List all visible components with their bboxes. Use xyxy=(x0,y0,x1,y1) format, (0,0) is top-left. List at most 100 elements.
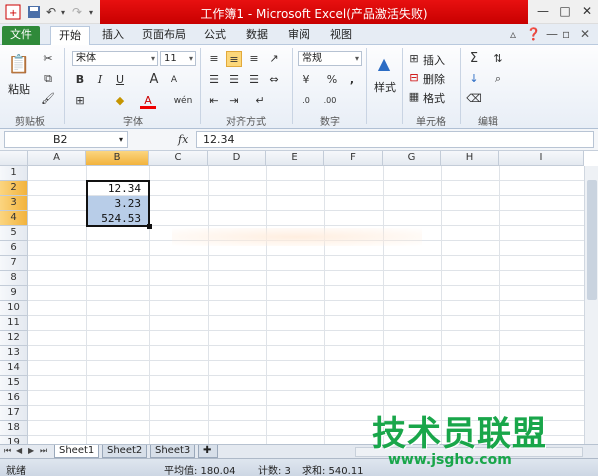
orientation-icon[interactable]: ↗ xyxy=(266,51,282,67)
redo-icon[interactable]: ↷ xyxy=(70,3,84,21)
row-header[interactable]: 15 xyxy=(0,376,28,391)
delete-cells-icon[interactable]: ⊟ xyxy=(406,70,422,86)
fill-icon[interactable]: ↓ xyxy=(466,71,482,87)
tab-formulas[interactable]: 公式 xyxy=(198,26,232,45)
sheet-tab-1[interactable]: Sheet1 xyxy=(54,445,100,458)
tab-review[interactable]: 审阅 xyxy=(282,26,316,45)
align-right-icon[interactable]: ☰ xyxy=(246,72,262,88)
font-color-button[interactable]: A xyxy=(140,93,156,109)
styles-button[interactable]: 样式 xyxy=(374,79,396,95)
number-format-combo[interactable]: 常规 ▾ xyxy=(298,51,362,66)
vertical-scrollbar[interactable] xyxy=(584,166,598,444)
row-header[interactable]: 1 xyxy=(0,166,28,181)
save-icon[interactable] xyxy=(26,3,42,21)
row-header[interactable]: 6 xyxy=(0,241,28,256)
name-box[interactable]: B2 ▾ xyxy=(4,131,128,148)
autosum-button[interactable]: Σ xyxy=(466,51,482,67)
decrease-indent-icon[interactable]: ⇤ xyxy=(206,93,222,109)
bold-button[interactable]: B xyxy=(72,72,88,88)
merge-center-icon[interactable]: ⇔ xyxy=(266,72,282,88)
ribbon-collapse-icon[interactable]: ▵ xyxy=(510,27,516,41)
styles-icon[interactable]: ▲ xyxy=(374,53,394,75)
clear-icon[interactable]: ⌫ xyxy=(466,91,482,107)
next-sheet-icon[interactable]: ▶ xyxy=(28,446,34,455)
last-sheet-icon[interactable]: ⏭ xyxy=(40,446,47,456)
doc-restore-button[interactable]: ▫ xyxy=(562,27,570,41)
tab-home[interactable]: 开始 xyxy=(50,26,90,45)
cut-icon[interactable]: ✂ xyxy=(40,51,56,67)
underline-button[interactable]: U xyxy=(112,72,128,88)
sort-filter-icon[interactable]: ⇅ xyxy=(490,51,506,67)
shrink-font-button[interactable]: A xyxy=(166,72,182,88)
column-header[interactable]: G xyxy=(383,151,441,166)
sheet-tab-3[interactable]: Sheet3 xyxy=(150,445,196,458)
comma-button[interactable]: , xyxy=(344,72,360,88)
row-header[interactable]: 13 xyxy=(0,346,28,361)
row-header[interactable]: 8 xyxy=(0,271,28,286)
insert-function-button[interactable]: fx xyxy=(178,133,188,146)
tab-page-layout[interactable]: 页面布局 xyxy=(136,26,192,45)
column-header[interactable]: H xyxy=(441,151,499,166)
insert-cells-icon[interactable]: ⊞ xyxy=(406,51,422,67)
undo-dropdown-icon[interactable]: ▾ xyxy=(58,3,68,21)
align-left-icon[interactable]: ☰ xyxy=(206,72,222,88)
phonetic-button[interactable]: wén xyxy=(172,93,194,109)
insert-sheet-icon[interactable]: ✚ xyxy=(198,445,218,458)
align-middle-icon[interactable]: ≡ xyxy=(226,51,242,67)
find-select-icon[interactable]: ⌕ xyxy=(490,71,506,87)
paste-label[interactable]: 粘贴 xyxy=(8,81,30,97)
fill-color-icon[interactable]: ◆ xyxy=(112,93,128,109)
format-cells-icon[interactable]: ▦ xyxy=(406,89,422,105)
row-header[interactable]: 11 xyxy=(0,316,28,331)
format-painter-icon[interactable]: 🖌 xyxy=(40,91,56,107)
row-header[interactable]: 16 xyxy=(0,391,28,406)
column-header[interactable]: C xyxy=(149,151,208,166)
row-header[interactable]: 17 xyxy=(0,406,28,421)
increase-decimal-icon[interactable]: .0 xyxy=(298,93,314,109)
copy-icon[interactable]: ⧉ xyxy=(40,71,56,87)
font-name-combo[interactable]: 宋体 ▾ xyxy=(72,51,158,66)
row-header[interactable]: 18 xyxy=(0,421,28,436)
tab-view[interactable]: 视图 xyxy=(324,26,358,45)
grow-font-button[interactable]: A xyxy=(146,72,162,88)
tab-file[interactable]: 文件 xyxy=(2,26,40,45)
close-button[interactable]: ✕ xyxy=(576,2,598,20)
delete-cells-button[interactable]: 删除 xyxy=(423,71,445,87)
row-header[interactable]: 4 xyxy=(0,211,28,226)
excel-app-icon[interactable]: + xyxy=(4,3,22,21)
row-header[interactable]: 7 xyxy=(0,256,28,271)
sheet-tab-2[interactable]: Sheet2 xyxy=(102,445,148,458)
italic-button[interactable]: I xyxy=(92,72,108,88)
row-header[interactable]: 10 xyxy=(0,301,28,316)
border-icon[interactable]: ⊞ xyxy=(72,93,88,109)
undo-icon[interactable]: ↶ xyxy=(44,3,58,21)
wrap-text-icon[interactable]: ↵ xyxy=(252,93,268,109)
paste-icon[interactable]: 📋 xyxy=(6,51,32,79)
first-sheet-icon[interactable]: ⏮ xyxy=(4,446,11,456)
maximize-button[interactable]: □ xyxy=(554,2,576,20)
help-icon[interactable]: ❓ xyxy=(526,27,541,41)
worksheet-grid[interactable]: A B C D E F G H I 1 2 3 4 5 6 7 8 9 10 1… xyxy=(0,151,598,444)
align-center-icon[interactable]: ☰ xyxy=(226,72,242,88)
row-header[interactable]: 9 xyxy=(0,286,28,301)
fill-handle[interactable] xyxy=(147,224,152,229)
format-cells-button[interactable]: 格式 xyxy=(423,90,445,106)
row-header[interactable]: 12 xyxy=(0,331,28,346)
column-header[interactable]: I xyxy=(499,151,584,166)
row-header[interactable]: 19 xyxy=(0,436,28,444)
font-size-combo[interactable]: 11 ▾ xyxy=(160,51,196,66)
select-all-corner[interactable] xyxy=(0,151,28,166)
prev-sheet-icon[interactable]: ◀ xyxy=(16,446,22,455)
row-header[interactable]: 5 xyxy=(0,226,28,241)
column-header[interactable]: D xyxy=(208,151,266,166)
column-header[interactable]: E xyxy=(266,151,324,166)
column-header[interactable]: F xyxy=(324,151,383,166)
tab-insert[interactable]: 插入 xyxy=(96,26,130,45)
percent-button[interactable]: % xyxy=(324,72,340,88)
doc-close-button[interactable]: ✕ xyxy=(580,27,590,41)
increase-indent-icon[interactable]: ⇥ xyxy=(226,93,242,109)
minimize-button[interactable]: — xyxy=(532,2,554,20)
column-header[interactable]: A xyxy=(28,151,86,166)
tab-data[interactable]: 数据 xyxy=(240,26,274,45)
column-header[interactable]: B xyxy=(86,151,149,166)
